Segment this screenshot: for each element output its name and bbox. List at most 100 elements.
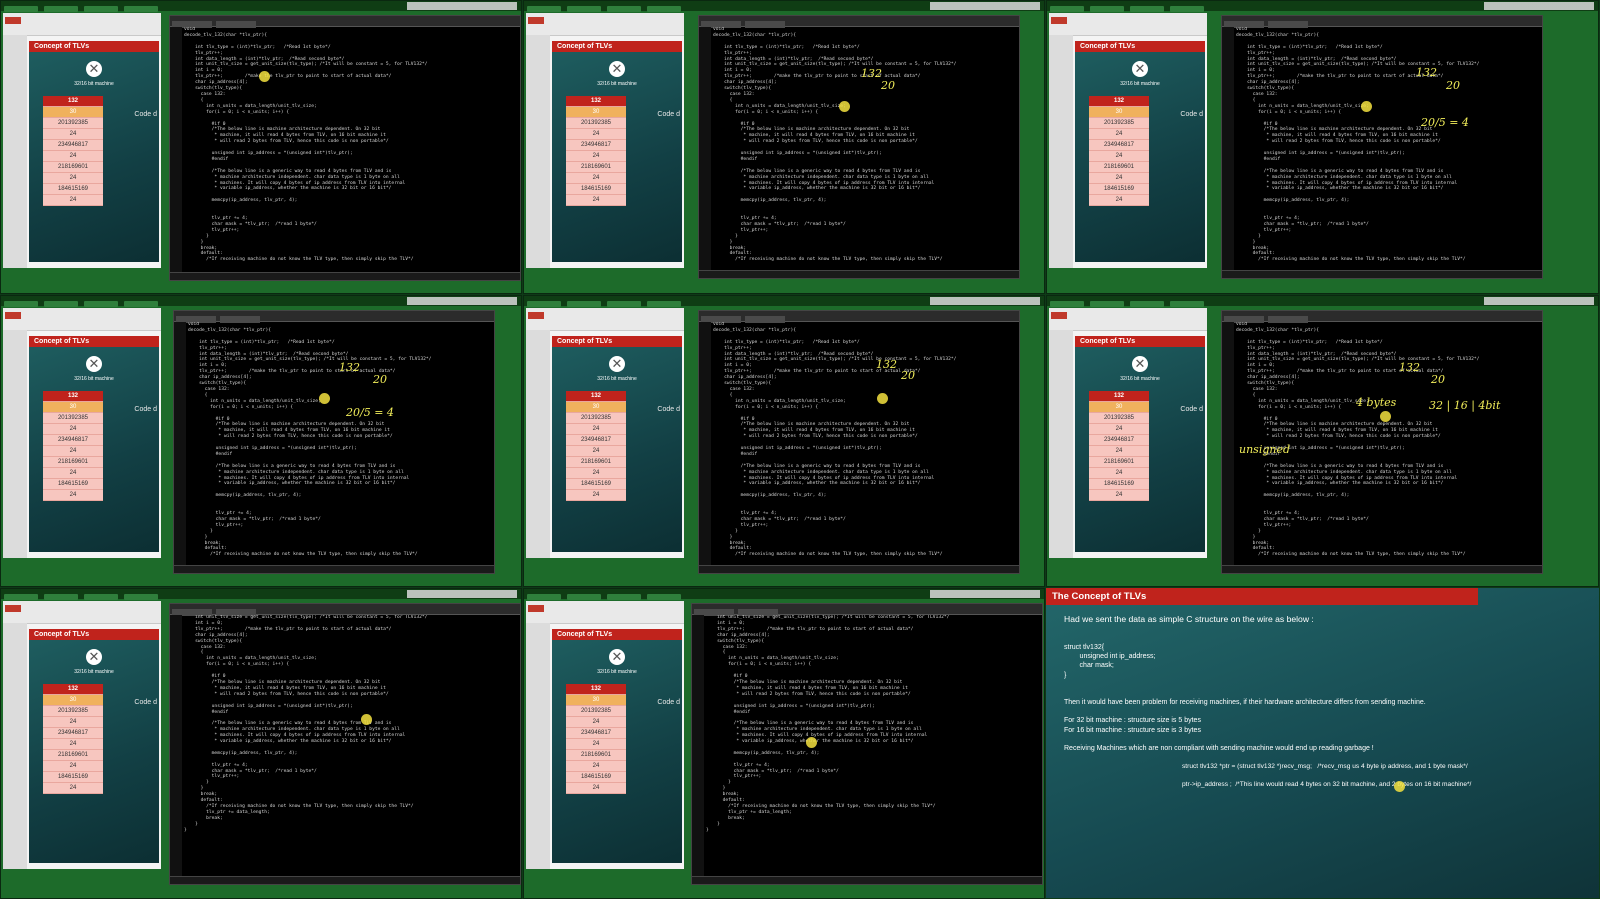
source-code[interactable]: void decode_tlv_132(char *tlv_ptr){ int … [713,27,1017,270]
byte-cell: 201392385 [43,413,103,424]
ribbon[interactable] [1049,308,1207,331]
annotation-toolbar[interactable] [1484,297,1594,305]
ribbon[interactable] [526,308,684,331]
taskbar-app-button[interactable] [1050,301,1084,307]
taskbar-app-button[interactable] [84,6,118,12]
slide-thumbnails[interactable] [526,35,550,268]
editor-tabs[interactable] [1222,311,1542,323]
file-tab[interactable] [5,17,21,24]
taskbar-app-button[interactable] [44,301,78,307]
ribbon[interactable] [526,13,684,36]
source-code[interactable]: void decode_tlv_132(char *tlv_ptr){ int … [184,27,518,272]
byte-cell: 218169601 [566,162,626,173]
code-editor[interactable]: int unit_tlv_size = get_unit_size(tlv_ty… [169,603,521,885]
ribbon[interactable] [3,601,161,624]
ribbon[interactable] [1049,13,1207,36]
file-tab[interactable] [5,605,21,612]
taskbar-app-button[interactable] [1090,301,1124,307]
annotation-toolbar[interactable] [407,590,517,598]
source-code[interactable]: int unit_tlv_size = get_unit_size(tlv_ty… [706,615,1040,876]
ribbon[interactable] [3,308,161,331]
slide-thumbnails[interactable] [3,330,27,558]
taskbar-app-button[interactable] [1170,301,1204,307]
slide-title: Concept of TLVs [552,41,682,52]
taskbar-app-button[interactable] [607,6,641,12]
editor-tabs[interactable] [170,604,520,616]
code-editor[interactable]: void decode_tlv_132(char *tlv_ptr){ int … [698,15,1020,279]
source-code[interactable]: void decode_tlv_132(char *tlv_ptr){ int … [713,322,1017,565]
editor-tabs[interactable] [692,604,1042,616]
annotation-toolbar[interactable] [407,2,517,10]
file-tab[interactable] [528,312,544,319]
file-tab[interactable] [5,312,21,319]
source-code[interactable]: void decode_tlv_132(char *tlv_ptr){ int … [1236,27,1540,270]
taskbar-app-button[interactable] [647,301,681,307]
byte-cell: 24 [43,717,103,728]
editor-tabs[interactable] [1222,16,1542,28]
byte-cell: 30 [1089,402,1149,413]
annotation-toolbar[interactable] [930,590,1040,598]
taskbar-app-button[interactable] [1130,6,1164,12]
taskbar-app-button[interactable] [1050,6,1084,12]
taskbar-app-button[interactable] [607,301,641,307]
taskbar-app-button[interactable] [607,594,641,600]
byte-cell: 234946817 [43,435,103,446]
code-editor[interactable]: void decode_tlv_132(char *tlv_ptr){ int … [1221,310,1543,574]
code-editor[interactable]: void decode_tlv_132(char *tlv_ptr){ int … [698,310,1020,574]
taskbar-app-button[interactable] [44,594,78,600]
taskbar-app-button[interactable] [567,6,601,12]
code-editor[interactable]: int unit_tlv_size = get_unit_size(tlv_ty… [691,603,1043,885]
taskbar-app-button[interactable] [4,6,38,12]
annotation-toolbar[interactable] [1484,2,1594,10]
taskbar-app-button[interactable] [4,301,38,307]
pointer-highlight [806,737,817,748]
taskbar-app-button[interactable] [1090,6,1124,12]
file-tab[interactable] [528,17,544,24]
slide-canvas: Concept of TLVs ✕ 32/16 bit machine 132 3… [29,629,159,863]
taskbar-app-button[interactable] [567,594,601,600]
status-bar [699,270,1019,278]
taskbar-app-button[interactable] [4,594,38,600]
taskbar-app-button[interactable] [124,301,158,307]
slide-thumbnails[interactable] [3,623,27,869]
slide-thumbnails[interactable] [1049,35,1073,268]
source-code[interactable]: void decode_tlv_132(char *tlv_ptr){ int … [188,322,492,565]
slide-thumbnails[interactable] [3,35,27,268]
taskbar-app-button[interactable] [527,594,561,600]
taskbar-app-button[interactable] [1130,301,1164,307]
editor-tabs[interactable] [699,311,1019,323]
byte-cell: 24 [43,129,103,140]
annotation-toolbar[interactable] [930,2,1040,10]
slide-code-2: ptr->ip_address ; /*This line would read… [1182,781,1472,788]
taskbar-app-button[interactable] [527,6,561,12]
taskbar-app-button[interactable] [647,6,681,12]
ribbon[interactable] [3,13,161,36]
handwritten-annotation: 132 [1416,66,1437,79]
editor-tabs[interactable] [699,16,1019,28]
annotation-toolbar[interactable] [930,297,1040,305]
file-tab[interactable] [528,605,544,612]
code-editor[interactable]: void decode_tlv_132(char *tlv_ptr){ int … [1221,15,1543,279]
source-code[interactable]: int unit_tlv_size = get_unit_size(tlv_ty… [184,615,518,876]
editor-tabs[interactable] [174,311,494,323]
annotation-toolbar[interactable] [407,297,517,305]
taskbar-app-button[interactable] [647,594,681,600]
taskbar-app-button[interactable] [567,301,601,307]
byte-cell: 24 [566,468,626,479]
slide-thumbnails[interactable] [1049,330,1073,558]
taskbar-app-button[interactable] [124,594,158,600]
slide-thumbnails[interactable] [526,623,550,869]
taskbar-app-button[interactable] [84,301,118,307]
code-editor[interactable]: void decode_tlv_132(char *tlv_ptr){ int … [173,310,495,574]
taskbar-app-button[interactable] [44,6,78,12]
taskbar-app-button[interactable] [84,594,118,600]
taskbar-app-button[interactable] [1170,6,1204,12]
taskbar-app-button[interactable] [527,301,561,307]
file-tab[interactable] [1051,312,1067,319]
editor-tabs[interactable] [170,16,520,28]
ribbon[interactable] [526,601,684,624]
taskbar-app-button[interactable] [124,6,158,12]
code-editor[interactable]: void decode_tlv_132(char *tlv_ptr){ int … [169,15,521,281]
file-tab[interactable] [1051,17,1067,24]
slide-thumbnails[interactable] [526,330,550,558]
